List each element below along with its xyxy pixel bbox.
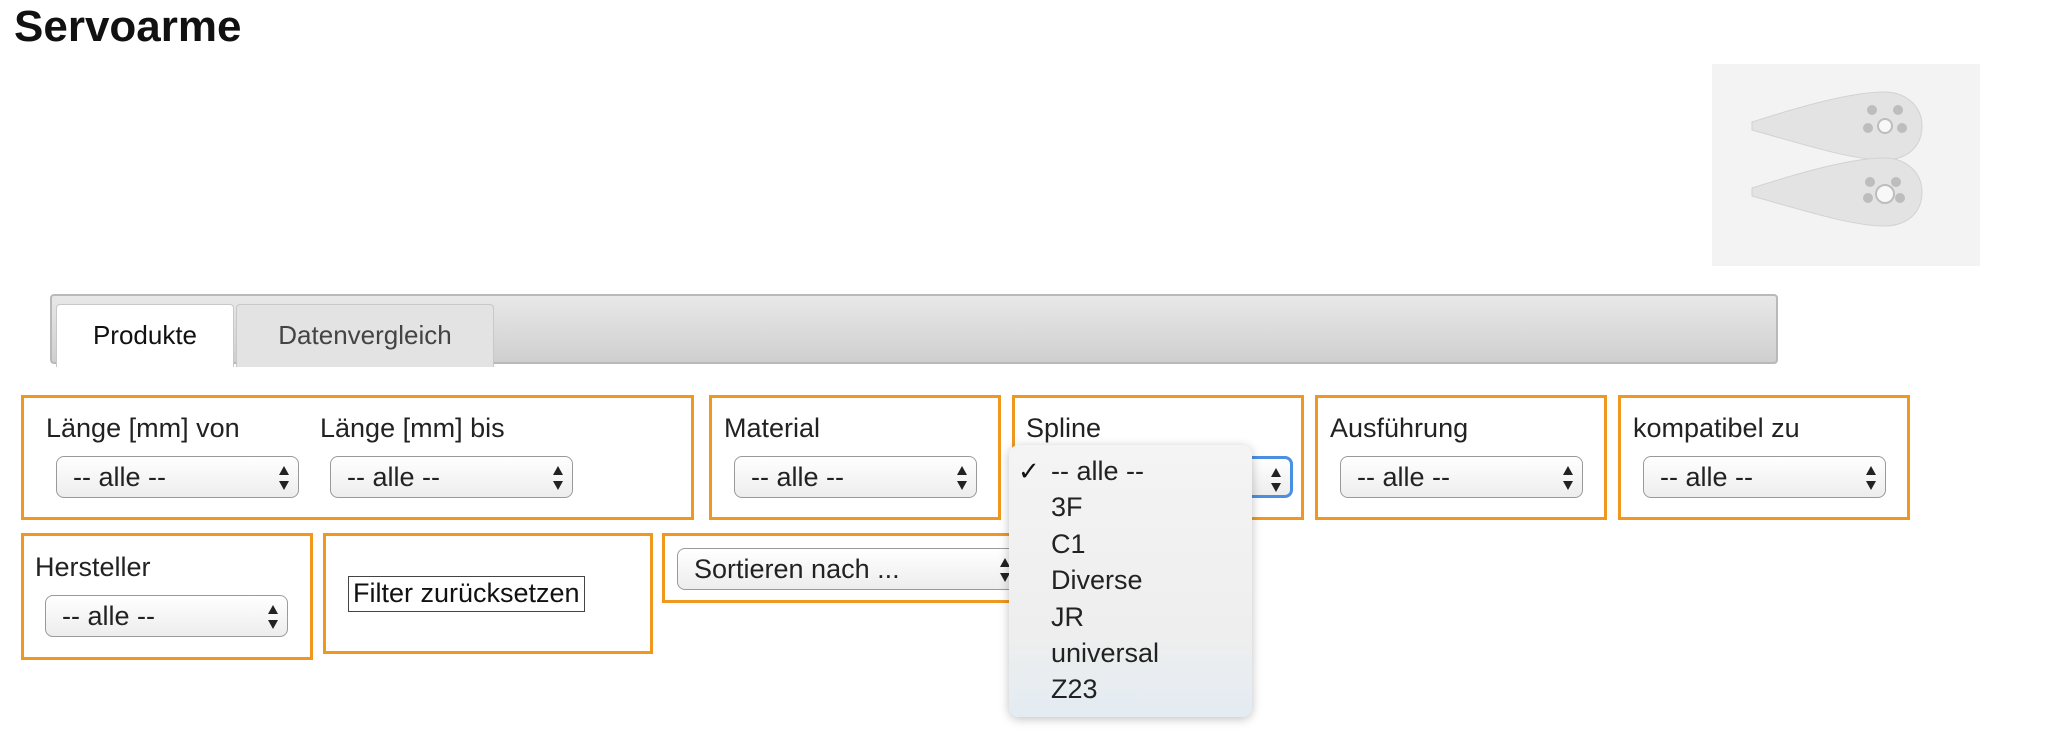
filter-box-hersteller: Hersteller -- alle --	[21, 533, 313, 660]
laenge-bis-select[interactable]: -- alle --	[330, 456, 573, 498]
updown-arrows-icon	[267, 603, 279, 631]
filter-box-laenge: Länge [mm] von Länge [mm] bis -- alle --…	[21, 395, 694, 520]
laenge-bis-value: -- alle --	[347, 462, 440, 492]
kompatibel-value: -- alle --	[1660, 462, 1753, 492]
ausfuehrung-select[interactable]: -- alle --	[1340, 456, 1583, 498]
updown-arrows-icon	[1865, 464, 1877, 492]
hersteller-select[interactable]: -- alle --	[45, 595, 288, 637]
spline-option[interactable]: JR	[1009, 599, 1252, 635]
spline-option[interactable]: universal	[1009, 635, 1252, 671]
spline-option-label: JR	[1051, 601, 1084, 632]
laenge-von-select[interactable]: -- alle --	[56, 456, 299, 498]
hersteller-value: -- alle --	[62, 601, 155, 631]
filter-box-sort: Sortieren nach ...	[662, 533, 1020, 603]
filter-box-material: Material -- alle --	[709, 395, 1001, 520]
reset-filter-button[interactable]: Filter zurücksetzen	[348, 576, 585, 612]
tab-bar: Produkte Datenvergleich	[50, 294, 1778, 367]
spline-option-label: C1	[1051, 528, 1086, 559]
spline-option-label: 3F	[1051, 492, 1083, 523]
laenge-von-label: Länge [mm] von	[46, 413, 240, 443]
sort-select[interactable]: Sortieren nach ...	[677, 548, 1020, 590]
spline-option-label: universal	[1051, 637, 1160, 668]
hersteller-label: Hersteller	[35, 552, 151, 582]
material-value: -- alle --	[751, 462, 844, 492]
laenge-bis-label: Länge [mm] bis	[320, 413, 505, 443]
updown-arrows-icon	[1270, 466, 1282, 494]
ausfuehrung-value: -- alle --	[1357, 462, 1450, 492]
spline-option-label: Diverse	[1051, 565, 1143, 596]
spline-option[interactable]: 3F	[1009, 489, 1252, 525]
filter-box-reset: Filter zurücksetzen	[323, 533, 653, 654]
spline-option[interactable]: Diverse	[1009, 562, 1252, 598]
spline-label: Spline	[1026, 413, 1102, 443]
spline-option[interactable]: Z23	[1009, 671, 1252, 707]
sort-value: Sortieren nach ...	[694, 554, 900, 584]
material-label: Material	[724, 413, 821, 443]
spline-option-label: Z23	[1051, 674, 1098, 705]
updown-arrows-icon	[552, 464, 564, 492]
spline-option[interactable]: ✓ -- alle --	[1009, 453, 1252, 489]
spline-dropdown-list: ✓ -- alle -- 3F C1 Diverse JR universal …	[1009, 445, 1252, 717]
updown-arrows-icon	[278, 464, 290, 492]
filter-box-ausfuehrung: Ausführung -- alle --	[1315, 395, 1607, 520]
spline-option-label: -- alle --	[1051, 456, 1144, 486]
product-image	[1712, 64, 1980, 266]
updown-arrows-icon	[1562, 464, 1574, 492]
ausfuehrung-label: Ausführung	[1330, 413, 1469, 443]
spline-option[interactable]: C1	[1009, 526, 1252, 562]
material-select[interactable]: -- alle --	[734, 456, 977, 498]
updown-arrows-icon	[956, 464, 968, 492]
checkmark-icon: ✓	[1018, 456, 1040, 486]
tab-datenvergleich[interactable]: Datenvergleich	[236, 304, 494, 367]
filter-box-kompatibel: kompatibel zu -- alle --	[1618, 395, 1910, 520]
page-title: Servoarme	[14, 2, 242, 51]
tab-produkte[interactable]: Produkte	[56, 304, 234, 367]
laenge-von-value: -- alle --	[73, 462, 166, 492]
kompatibel-label: kompatibel zu	[1633, 413, 1800, 443]
kompatibel-select[interactable]: -- alle --	[1643, 456, 1886, 498]
